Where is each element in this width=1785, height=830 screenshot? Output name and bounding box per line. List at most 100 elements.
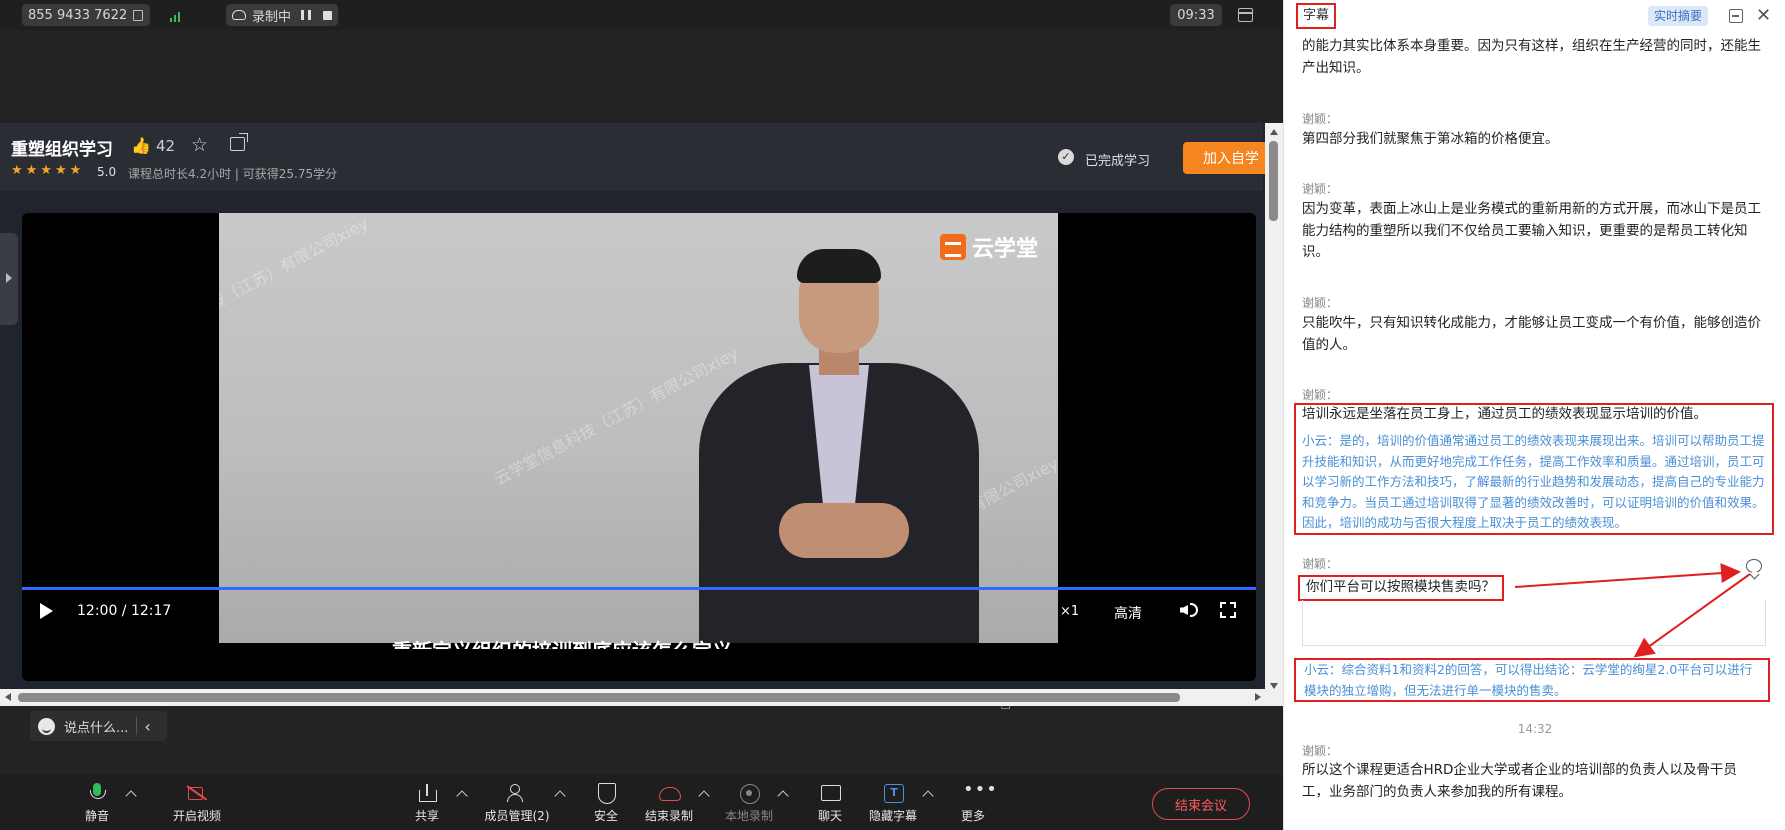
question-text: 你们平台可以按照模块售卖吗？ bbox=[1306, 579, 1495, 595]
start-video-button[interactable]: 开启视频 bbox=[162, 774, 232, 830]
watermark: 云学堂信息科技（江苏）有限公司xiey bbox=[219, 213, 372, 359]
presenter-figure bbox=[659, 249, 1019, 643]
completed-label: 已完成学习 bbox=[1085, 154, 1151, 169]
transcript-text: 只能吹牛，只有知识转化成能力，才能够让员工变成一个有价值，能够创造价值的人。 bbox=[1302, 315, 1761, 353]
share-button[interactable]: 共享 bbox=[392, 774, 462, 830]
local-recording-button[interactable]: 本地录制 bbox=[714, 774, 784, 830]
chat-button[interactable]: 聊天 bbox=[795, 774, 865, 830]
ai-answer: 小云：是的，培训的价值通常通过员工的绩效表现来展现出来。培训可以帮助员工提升技能… bbox=[1302, 433, 1765, 530]
meeting-id-pill[interactable]: 855 9433 7622 bbox=[22, 4, 150, 26]
course-meta: 课程总时长4.2小时 | 可获得25.75学分 bbox=[128, 167, 338, 181]
end-meeting-button[interactable]: 结束会议 bbox=[1152, 788, 1250, 820]
yunxuetang-logo-icon bbox=[939, 234, 966, 260]
video-subtitle: 重新定义组织的培训到底应该怎么定义 bbox=[392, 635, 732, 649]
thumbs-up-icon[interactable]: 👍 bbox=[131, 136, 151, 155]
check-circle-icon: ✓ bbox=[1058, 149, 1074, 165]
horizontal-scrollbar[interactable] bbox=[0, 689, 1283, 706]
speaker-name: 谢颖： bbox=[1302, 296, 1339, 310]
ai-answer: 小云：综合资料1和资料2的回答，可以得出结论：云学堂的绚星2.0平台可以进行模块… bbox=[1304, 662, 1753, 698]
speaker-name: 谢颖： bbox=[1302, 744, 1339, 758]
vertical-scrollbar[interactable] bbox=[1265, 123, 1283, 693]
course-header: 重塑组织学习 👍 42 ☆ ★★★★★ 5.0 课程总时长4.2小时 | 可获得… bbox=[0, 123, 1265, 191]
chat-bubble-icon bbox=[820, 783, 841, 803]
meeting-window: 855 9433 7622 录制中 09:33 重塑组织学习 👍 42 ☆ ★★… bbox=[0, 0, 1283, 830]
transcript-text: 第四部分我们就聚焦于第冰箱的价格便宜。 bbox=[1302, 131, 1559, 147]
minimize-icon[interactable] bbox=[1729, 9, 1743, 23]
speaker-name: 谢颖： bbox=[1302, 557, 1339, 571]
more-dots-icon: ••• bbox=[963, 779, 998, 800]
join-self-study-button[interactable]: 加入自学 bbox=[1183, 142, 1265, 174]
meeting-top-bar: 855 9433 7622 录制中 09:33 bbox=[0, 0, 1283, 30]
realtime-summary-button[interactable]: 实时摘要 bbox=[1648, 6, 1709, 26]
answer-area bbox=[1302, 600, 1766, 646]
end-recording-button[interactable]: 结束录制 bbox=[634, 774, 704, 830]
player-controls: 12:00 / 12:17 ×1 高清 bbox=[22, 591, 1256, 631]
scroll-thumb[interactable] bbox=[18, 693, 1180, 702]
timestamp: 14:32 bbox=[1517, 722, 1553, 736]
copy-icon[interactable] bbox=[133, 9, 144, 21]
fullscreen-icon[interactable] bbox=[1220, 602, 1236, 618]
hide-captions-button[interactable]: 隐藏字幕 bbox=[858, 774, 928, 830]
chevron-left-icon[interactable]: ‹ bbox=[144, 717, 150, 736]
transcript-text: 的能力其实比体系本身重要。因为只有这样，组织在生产经营的同时，还能生产出知识。 bbox=[1302, 38, 1761, 76]
pause-icon[interactable] bbox=[301, 10, 311, 20]
microphone-icon bbox=[87, 783, 107, 803]
subtitle-panel: 字幕 实时摘要 ✕ 的能力其实比体系本身重要。因为只有这样，组织在生产经营的同时… bbox=[1283, 0, 1785, 830]
speaker-name: 谢颖： bbox=[1302, 388, 1339, 402]
recording-status-pill: 录制中 bbox=[226, 4, 338, 26]
rating-stars-icon: ★★★★★ bbox=[11, 163, 85, 178]
transcript-text: 所以这个课程更适合HRD企业大学或者企业的培训部的负责人以及骨干员工，业务部门的… bbox=[1302, 762, 1737, 800]
video-frame: 云学堂信息科技（江苏）有限公司xiey 云学堂信息科技（江苏）有限公司xiey … bbox=[219, 213, 1058, 643]
like-count: 42 bbox=[156, 137, 176, 155]
emoji-icon[interactable] bbox=[38, 717, 55, 735]
chat-placeholder: 说点什么... bbox=[64, 720, 129, 736]
video-player[interactable]: 云学堂信息科技（江苏）有限公司xiey 云学堂信息科技（江苏）有限公司xiey … bbox=[22, 213, 1256, 681]
video-progress-bar[interactable] bbox=[22, 587, 1256, 590]
scroll-left-icon[interactable] bbox=[5, 693, 11, 701]
course-title: 重塑组织学习 bbox=[11, 140, 113, 160]
member-management-button[interactable]: 成员管理(2) bbox=[482, 774, 552, 830]
favorite-star-icon[interactable]: ☆ bbox=[191, 134, 208, 156]
record-icon bbox=[739, 783, 760, 804]
transcript-text: 因为变革，表面上冰山上是业务模式的重新用新的方式开展，而冰山下是员工能力结构的重… bbox=[1302, 201, 1761, 260]
scroll-right-icon[interactable] bbox=[1255, 693, 1261, 701]
members-icon bbox=[507, 783, 527, 803]
meeting-toolbar: 静音 开启视频 共享 成员管理(2) 安全 结束录制 本地录制 聊天 T 隐藏字… bbox=[0, 774, 1283, 830]
shield-icon bbox=[596, 783, 616, 804]
close-icon[interactable]: ✕ bbox=[1756, 5, 1771, 26]
play-icon[interactable] bbox=[40, 603, 53, 619]
chat-input[interactable]: 说点什么... ‹ bbox=[30, 711, 167, 741]
signal-strength-icon bbox=[170, 10, 186, 22]
scroll-up-icon[interactable] bbox=[1270, 129, 1278, 135]
quality-selector[interactable]: 高清 bbox=[1114, 603, 1142, 623]
share-icon[interactable] bbox=[230, 133, 248, 151]
panel-header: 字幕 实时摘要 ✕ bbox=[1284, 0, 1785, 32]
scroll-thumb[interactable] bbox=[1269, 141, 1278, 221]
meeting-clock: 09:33 bbox=[1170, 4, 1222, 26]
stop-icon[interactable] bbox=[323, 10, 332, 20]
brand-logo: 云学堂 bbox=[939, 231, 1038, 263]
more-button[interactable]: ••• 更多 bbox=[938, 774, 1008, 830]
volume-waves-icon bbox=[1190, 603, 1198, 617]
expand-side-tab[interactable] bbox=[0, 233, 18, 325]
speaker-name: 谢颖： bbox=[1302, 112, 1339, 126]
layout-icon[interactable] bbox=[1238, 8, 1253, 22]
transcript-text: 培训永远是坐落在员工身上，通过员工的绩效表现显示培训的价值。 bbox=[1302, 406, 1707, 422]
rating-value: 5.0 bbox=[97, 165, 117, 179]
meeting-id-text: 855 9433 7622 bbox=[28, 7, 128, 23]
volume-icon[interactable] bbox=[1180, 605, 1188, 615]
panel-title[interactable]: 字幕 bbox=[1296, 3, 1337, 29]
playback-speed[interactable]: ×1 bbox=[1060, 604, 1079, 619]
caption-icon bbox=[883, 783, 904, 803]
refresh-icon[interactable] bbox=[1746, 559, 1762, 573]
security-button[interactable]: 安全 bbox=[571, 774, 641, 830]
share-screen-icon bbox=[417, 783, 437, 803]
cloud-record-icon bbox=[659, 783, 681, 803]
divider bbox=[136, 717, 138, 735]
brand-text: 云学堂 bbox=[971, 237, 1038, 262]
speaker-name: 谢颖： bbox=[1302, 182, 1339, 196]
camera-off-icon bbox=[187, 783, 207, 803]
cloud-record-icon bbox=[232, 10, 246, 20]
mute-button[interactable]: 静音 bbox=[62, 774, 132, 830]
chevron-up-icon[interactable] bbox=[554, 790, 566, 802]
